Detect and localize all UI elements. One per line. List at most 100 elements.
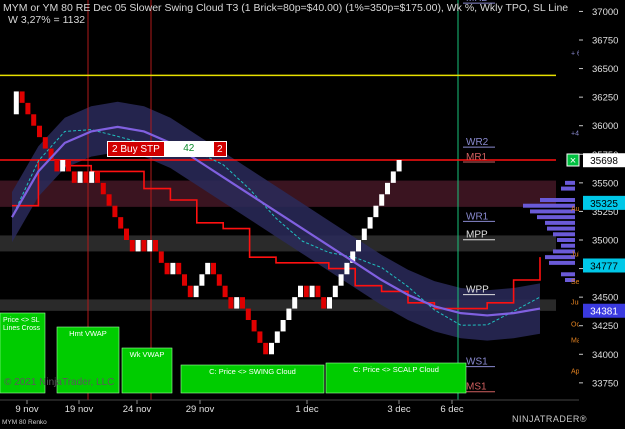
down-brick bbox=[228, 297, 234, 309]
down-brick bbox=[182, 274, 187, 286]
down-brick bbox=[176, 262, 182, 275]
up-brick bbox=[379, 194, 385, 206]
level-label: WR1 bbox=[466, 211, 489, 222]
profile-bar bbox=[557, 238, 575, 242]
up-brick bbox=[327, 297, 332, 309]
down-brick bbox=[257, 331, 263, 343]
y-tick-label: 36750 bbox=[592, 36, 618, 47]
up-brick bbox=[390, 171, 396, 183]
down-brick bbox=[211, 262, 216, 275]
level-label: MPP bbox=[466, 230, 488, 241]
ninjatrader-logo: NINJATRADER® bbox=[512, 414, 587, 424]
up-brick bbox=[361, 228, 367, 240]
y-tick-label: 34250 bbox=[592, 321, 618, 332]
down-brick bbox=[112, 205, 118, 218]
price-badge-label: 35698 bbox=[590, 156, 618, 167]
level-label: MS1 bbox=[466, 382, 487, 393]
up-brick bbox=[60, 160, 66, 172]
profile-bar bbox=[547, 226, 575, 231]
down-brick bbox=[245, 308, 251, 320]
zone-label: C: Price <> SCALP Cloud bbox=[353, 365, 439, 374]
up-brick bbox=[205, 262, 211, 275]
buy-stop-button[interactable]: 2 Buy STP bbox=[107, 141, 165, 157]
down-brick bbox=[303, 285, 309, 298]
x-tick-label: 3 dec bbox=[387, 404, 410, 415]
profile-bar bbox=[540, 198, 575, 202]
up-brick bbox=[269, 342, 274, 355]
up-brick bbox=[373, 205, 379, 218]
up-brick bbox=[338, 274, 344, 286]
profile-bar bbox=[549, 260, 575, 265]
profile-bar bbox=[523, 203, 575, 208]
profile-bar bbox=[553, 232, 575, 237]
down-brick bbox=[54, 160, 60, 172]
order-count-button[interactable]: 2 bbox=[212, 141, 227, 157]
down-brick bbox=[37, 125, 42, 138]
level-label: MR1 bbox=[466, 152, 488, 163]
up-brick bbox=[274, 331, 280, 343]
down-brick bbox=[42, 137, 48, 149]
down-brick bbox=[321, 297, 327, 309]
up-brick bbox=[286, 308, 292, 320]
level-label: WS1 bbox=[466, 357, 488, 368]
up-brick bbox=[234, 297, 240, 309]
up-brick bbox=[89, 171, 95, 183]
down-brick bbox=[141, 240, 147, 252]
level-label: WPP bbox=[466, 285, 489, 296]
zone-label: Lines Cross bbox=[3, 325, 40, 332]
up-brick bbox=[344, 262, 350, 275]
down-brick bbox=[100, 182, 106, 195]
x-tick-label: 1 dec bbox=[295, 404, 318, 415]
down-brick bbox=[71, 171, 77, 183]
profile-bar bbox=[545, 220, 575, 225]
level-label: WR2 bbox=[466, 137, 489, 148]
copyright-text: © 2021 NinjaTrader, LLC bbox=[4, 377, 115, 388]
y-tick-label: 36000 bbox=[592, 121, 618, 132]
up-brick bbox=[77, 171, 83, 183]
up-brick bbox=[356, 240, 361, 252]
down-brick bbox=[19, 91, 25, 103]
up-brick bbox=[385, 182, 390, 195]
up-brick bbox=[332, 285, 338, 298]
chart-title: MYM or YM 80 RE Dec 05 Slower Swing Clou… bbox=[3, 2, 569, 14]
zone-label: C: Price <> SWING Cloud bbox=[209, 367, 296, 376]
down-brick bbox=[153, 240, 158, 252]
x-tick-label: 29 nov bbox=[186, 404, 215, 415]
x-tick-label: 24 nov bbox=[123, 404, 152, 415]
instrument-label: MYM 80 Renko bbox=[2, 419, 47, 426]
y-tick-label: 34500 bbox=[592, 293, 618, 304]
price-badge-label: 34381 bbox=[590, 307, 618, 318]
down-brick bbox=[158, 251, 164, 263]
down-brick bbox=[83, 171, 89, 183]
x-tick-label: 6 dec bbox=[440, 404, 463, 415]
down-brick bbox=[129, 240, 135, 252]
x-tick-label: 19 nov bbox=[65, 404, 94, 415]
down-brick bbox=[251, 320, 257, 332]
profile-bar bbox=[561, 186, 575, 191]
up-brick bbox=[292, 297, 298, 309]
down-brick bbox=[315, 285, 321, 298]
down-brick bbox=[106, 194, 112, 206]
down-brick bbox=[187, 285, 193, 298]
down-brick bbox=[66, 160, 71, 172]
down-brick bbox=[216, 274, 222, 286]
y-tick-label: 34000 bbox=[592, 350, 618, 361]
down-brick bbox=[118, 217, 124, 229]
quantity-field[interactable]: 42 bbox=[164, 141, 213, 157]
down-brick bbox=[240, 297, 245, 309]
up-brick bbox=[135, 240, 141, 252]
y-tick-label: 35500 bbox=[592, 178, 618, 189]
up-brick bbox=[367, 217, 373, 229]
up-brick bbox=[199, 274, 205, 286]
profile-bar bbox=[537, 215, 575, 220]
up-brick bbox=[280, 320, 286, 332]
price-badge-label: 35325 bbox=[590, 199, 618, 210]
chart-subtitle: W 3,27% = 1132 bbox=[8, 14, 86, 26]
profile-bar bbox=[530, 209, 575, 214]
zone-label: Wk VWAP bbox=[130, 350, 165, 359]
down-brick bbox=[124, 228, 129, 240]
order-bar[interactable]: 2 Buy STP 42 2 bbox=[107, 141, 227, 157]
up-brick bbox=[13, 91, 19, 115]
y-tick-label: 36250 bbox=[592, 93, 618, 104]
down-brick bbox=[222, 285, 228, 298]
